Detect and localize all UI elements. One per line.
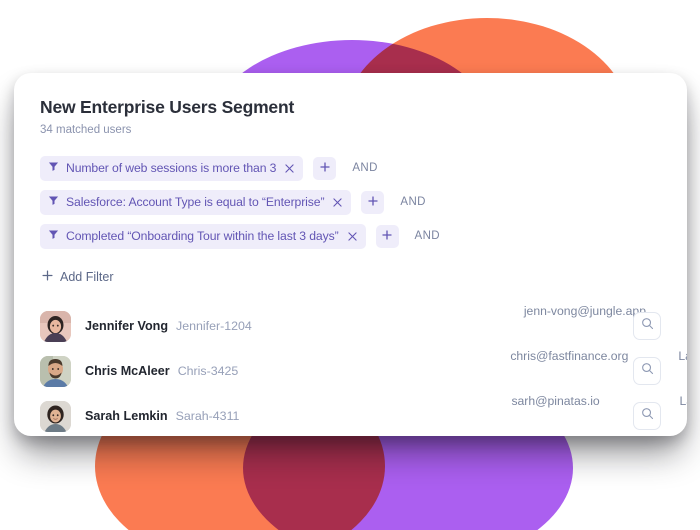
conjunction-label: AND	[414, 230, 441, 243]
filter-list: Number of web sessions is more than 3 AN…	[40, 155, 661, 286]
user-handle: Jennifer-1204	[176, 319, 252, 334]
funnel-icon	[48, 227, 59, 245]
close-icon[interactable]	[346, 230, 359, 243]
add-condition-button[interactable]	[361, 190, 385, 214]
user-row[interactable]: Jennifer Vong Jennifer-1204 jenn-vong@ju…	[40, 304, 661, 349]
user-search-button[interactable]	[633, 312, 661, 341]
add-filter-label: Add Filter	[60, 269, 114, 284]
add-filter-button[interactable]: Add Filter	[42, 268, 114, 286]
user-row-fields: chris@fastfinance.org Last seen 2 days a…	[238, 348, 687, 394]
avatar-sarah-lemkin	[40, 400, 71, 432]
plus-icon	[382, 227, 392, 245]
close-icon[interactable]	[283, 162, 296, 175]
user-row[interactable]: Sarah Lemkin Sarah-4311 sarh@pinatas.io …	[40, 393, 687, 436]
screenshot-root: New Enterprise Users Segment 34 matched …	[0, 0, 700, 530]
user-search-button[interactable]	[633, 357, 661, 386]
user-email: jenn-vong@jungle.app	[523, 303, 646, 318]
user-row-fields: jenn-vong@jungle.app Last seen 3 days ag…	[252, 304, 661, 349]
user-search-button[interactable]	[633, 402, 661, 431]
funnel-icon	[48, 159, 59, 177]
avatar-chris-mcaleer	[40, 355, 71, 387]
conjunction-label: AND	[352, 162, 378, 175]
user-handle: Sarah-4311	[175, 409, 240, 424]
search-icon	[641, 407, 654, 425]
user-last-seen: Last seen 2 days ago	[678, 348, 687, 363]
user-name: Jennifer Vong	[85, 319, 169, 334]
user-name: Chris McAleer	[85, 364, 170, 379]
search-icon	[641, 317, 654, 335]
filter-chip[interactable]: Number of web sessions is more than 3	[40, 155, 304, 181]
filter-row: Salesforce: Account Type is equal to “En…	[40, 189, 661, 215]
funnel-icon	[48, 193, 59, 211]
plus-icon	[368, 193, 378, 211]
filter-chip-label: Salesforce: Account Type is equal to “En…	[66, 195, 325, 210]
filter-chip[interactable]: Completed “Onboarding Tour within the la…	[40, 223, 366, 249]
user-handle: Chris-3425	[177, 364, 239, 379]
close-icon[interactable]	[331, 196, 344, 209]
user-list: Jennifer Vong Jennifer-1204 jenn-vong@ju…	[40, 304, 687, 436]
filter-chip-label: Completed “Onboarding Tour within the la…	[66, 229, 339, 244]
user-last-seen: Last seen 7 days ago	[679, 393, 687, 408]
user-email: sarh@pinatas.io	[511, 393, 600, 408]
add-condition-button[interactable]	[313, 156, 337, 180]
user-name: Sarah Lemkin	[85, 409, 168, 424]
plus-icon	[42, 268, 53, 286]
search-icon	[641, 362, 654, 380]
user-row[interactable]: Chris McAleer Chris-3425 chris@fastfinan…	[40, 348, 687, 394]
filter-chip[interactable]: Salesforce: Account Type is equal to “En…	[40, 189, 352, 215]
filter-chip-label: Number of web sessions is more than 3	[66, 161, 277, 176]
user-email: chris@fastfinance.org	[510, 348, 629, 363]
add-condition-button[interactable]	[375, 224, 399, 248]
conjunction-label: AND	[400, 196, 426, 209]
filter-row: Completed “Onboarding Tour within the la…	[40, 223, 661, 249]
avatar-jennifer-vong	[40, 310, 71, 342]
segment-card: New Enterprise Users Segment 34 matched …	[14, 73, 687, 436]
user-row-fields: sarh@pinatas.io Last seen 7 days ago	[239, 393, 687, 436]
filter-row: Number of web sessions is more than 3 AN…	[40, 155, 661, 181]
matched-users-count: 34 matched users	[40, 124, 132, 136]
plus-icon	[320, 159, 330, 177]
page-title: New Enterprise Users Segment	[40, 97, 295, 117]
